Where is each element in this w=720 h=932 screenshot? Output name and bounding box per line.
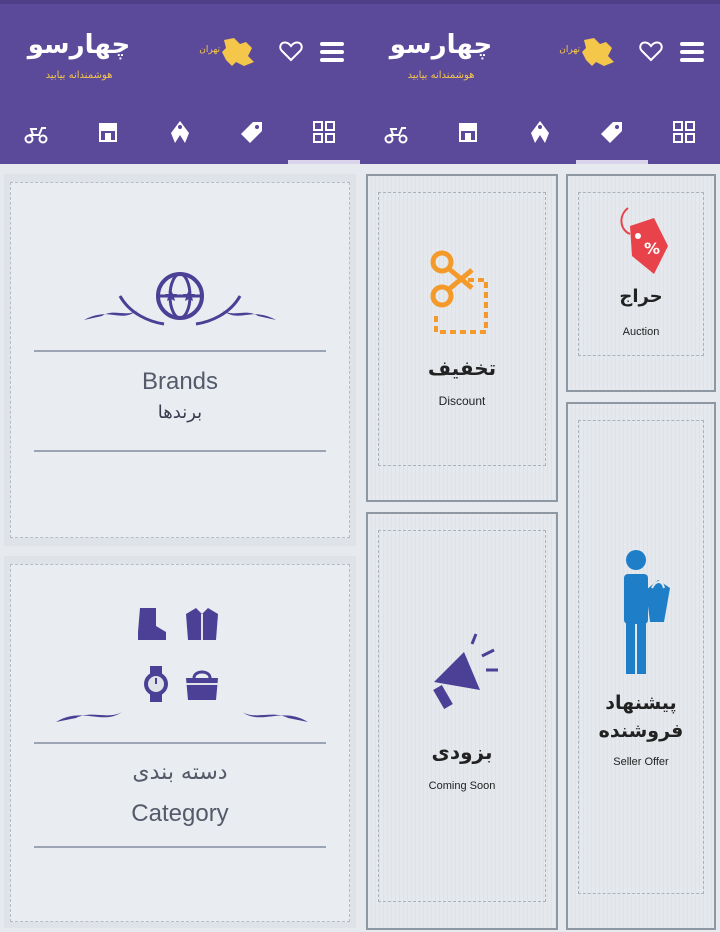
grid-icon <box>313 121 335 143</box>
megaphone-icon <box>433 633 498 710</box>
auction-title-en: Auction <box>622 326 660 338</box>
seller-offer-title-fa-1: پیشنهاد <box>605 692 677 714</box>
brands-title-fa: برندها <box>157 402 203 423</box>
divider <box>34 350 326 352</box>
right-screen: چهارسو هوشمندانه بیابید تهران تخفیف Disc… <box>360 0 720 932</box>
city-name: تهران <box>199 45 220 55</box>
seller-offer-title-en: Seller Offer <box>613 756 669 768</box>
coming-soon-card[interactable]: بزودی Coming Soon <box>366 512 558 930</box>
auction-title-fa: حراج <box>619 286 663 307</box>
category-card[interactable]: دسته بندی Category <box>4 556 356 928</box>
scissors-coupon-icon <box>430 250 488 334</box>
tab-delivery[interactable] <box>360 100 432 164</box>
heart-icon[interactable] <box>278 38 304 64</box>
app-logo[interactable]: چهارسو هوشمندانه بیابید <box>24 30 134 86</box>
city-selector[interactable]: تهران <box>559 34 624 70</box>
shop-icon <box>99 123 117 142</box>
category-tabs <box>360 100 720 164</box>
sale-tag-icon: % <box>620 207 668 274</box>
price-tag-icon <box>601 122 622 143</box>
city-selector[interactable]: تهران <box>199 34 264 70</box>
app-header: چهارسو هوشمندانه بیابید تهران <box>0 0 360 100</box>
grid-icon <box>673 121 695 143</box>
discount-card[interactable]: تخفیف Discount <box>366 174 558 502</box>
tab-delivery[interactable] <box>0 100 72 164</box>
brands-card[interactable]: Brands برندها <box>4 174 356 546</box>
logo-subtitle: هوشمندانه بیابید <box>407 70 475 81</box>
category-title-en: Category <box>131 800 229 827</box>
auction-card[interactable]: % حراج Auction <box>566 174 716 392</box>
app-header: چهارسو هوشمندانه بیابید تهران <box>360 0 720 100</box>
tab-discounts[interactable] <box>216 100 288 164</box>
ornament-icon <box>56 712 308 722</box>
tab-shops[interactable] <box>432 100 504 164</box>
city-name: تهران <box>559 45 580 55</box>
jacket-icon <box>186 608 218 640</box>
coming-soon-title-fa: بزودی <box>431 740 493 764</box>
seller-offer-card[interactable]: پیشنهاد فروشنده Seller Offer <box>566 402 716 930</box>
discount-title-en: Discount <box>438 394 486 408</box>
brands-card-frame <box>10 182 350 538</box>
globe-stars-icon <box>84 272 276 326</box>
tab-all[interactable] <box>648 100 720 164</box>
tab-offers[interactable] <box>144 100 216 164</box>
divider <box>34 742 326 744</box>
tab-all[interactable] <box>288 100 360 164</box>
divider <box>34 846 326 848</box>
discount-title-fa: تخفیف <box>427 356 497 380</box>
shop-icon <box>459 123 477 142</box>
logo-subtitle: هوشمندانه بیابید <box>45 70 113 81</box>
app-logo[interactable]: چهارسو هوشمندانه بیابید <box>386 30 496 86</box>
tag-split-icon <box>171 121 189 143</box>
tab-discounts[interactable] <box>576 100 648 164</box>
logo-title: چهارسو <box>389 30 494 60</box>
category-tabs <box>0 100 360 164</box>
active-tab-indicator <box>576 160 648 164</box>
left-screen: چهارسو هوشمندانه بیابید تهران Brands برن… <box>0 0 360 932</box>
hamburger-icon[interactable] <box>680 42 704 62</box>
boot-icon <box>138 608 166 640</box>
hamburger-icon[interactable] <box>320 42 344 62</box>
tag-split-icon <box>531 121 549 143</box>
tab-shops[interactable] <box>72 100 144 164</box>
seller-person-icon <box>624 550 670 674</box>
screenshot-pair: چهارسو هوشمندانه بیابید تهران Brands برن… <box>0 0 720 932</box>
svg-text:%: % <box>644 239 660 258</box>
brands-title-en: Brands <box>141 368 219 395</box>
price-tag-icon <box>241 122 262 143</box>
category-title-fa: دسته بندی <box>132 760 228 785</box>
moped-icon <box>24 127 48 144</box>
coming-soon-title-en: Coming Soon <box>428 780 496 792</box>
seller-offer-title-fa-2: فروشنده <box>598 720 684 742</box>
heart-icon[interactable] <box>638 38 664 64</box>
tab-offers[interactable] <box>504 100 576 164</box>
active-tab-indicator <box>288 160 360 164</box>
moped-icon <box>384 127 408 144</box>
divider <box>34 450 326 452</box>
logo-title: چهارسو <box>27 30 132 60</box>
